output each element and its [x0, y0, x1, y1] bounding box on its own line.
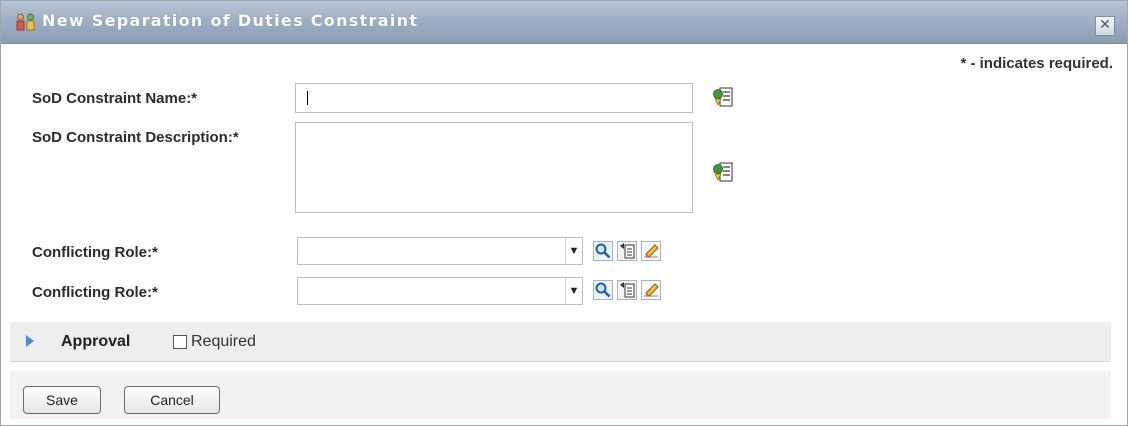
history-list-icon[interactable]: [617, 280, 637, 300]
conflicting-role-2-label: Conflicting Role:*: [32, 284, 158, 301]
close-button[interactable]: ✕: [1095, 16, 1115, 36]
required-note: * - indicates required.: [960, 55, 1113, 72]
required-checkbox[interactable]: [173, 335, 187, 349]
name-label: SoD Constraint Name:*: [32, 90, 198, 107]
expand-arrow-icon[interactable]: [26, 335, 34, 347]
chevron-down-icon[interactable]: ▼: [565, 238, 582, 264]
eraser-icon[interactable]: [641, 241, 661, 261]
roles-icon: [16, 13, 35, 31]
conflicting-role-2-select[interactable]: ▼: [297, 277, 583, 305]
magnifier-icon[interactable]: [593, 241, 613, 261]
cancel-button[interactable]: Cancel: [124, 386, 220, 414]
multilingual-edit-icon[interactable]: [712, 161, 734, 183]
approval-section: Approval Required: [10, 322, 1111, 362]
multilingual-edit-icon[interactable]: [712, 86, 734, 108]
dialog-title: New Separation of Duties Constraint: [42, 11, 419, 30]
history-list-icon[interactable]: [617, 241, 637, 261]
save-button[interactable]: Save: [23, 386, 101, 414]
dialog-footer: Save Cancel: [10, 371, 1111, 419]
approval-label: Approval: [61, 333, 131, 350]
conflicting-role-1-label: Conflicting Role:*: [32, 244, 158, 261]
chevron-down-icon[interactable]: ▼: [565, 278, 582, 304]
constraint-description-textarea[interactable]: [295, 122, 693, 213]
required-label: Required: [191, 333, 256, 350]
magnifier-icon[interactable]: [593, 280, 613, 300]
close-icon: ✕: [1099, 17, 1111, 33]
eraser-icon[interactable]: [641, 280, 661, 300]
text-cursor: [307, 91, 308, 105]
description-label: SoD Constraint Description:*: [32, 129, 239, 146]
conflicting-role-1-select[interactable]: ▼: [297, 237, 583, 265]
dialog: New Separation of Duties Constraint ✕ * …: [0, 0, 1128, 426]
dialog-titlebar[interactable]: New Separation of Duties Constraint ✕: [1, 1, 1127, 44]
constraint-name-input[interactable]: [295, 83, 693, 113]
